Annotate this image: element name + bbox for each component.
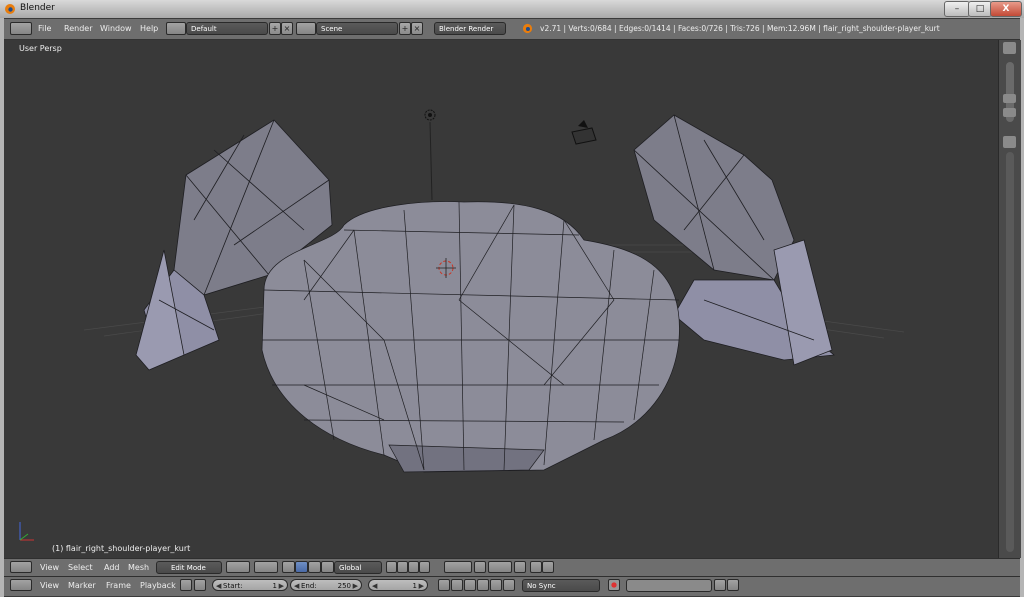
mesh-shoulder-pad: [19, 109, 905, 541]
auto-keying-record-icon[interactable]: [608, 579, 620, 591]
properties-scrollbar[interactable]: [1006, 152, 1014, 552]
remove-screen-button[interactable]: ×: [281, 22, 293, 35]
viewport-shading-select[interactable]: [226, 561, 250, 573]
end-frame-value: 250: [337, 582, 351, 590]
active-object-label: (1) flair_right_shoulder-player_kurt: [52, 544, 191, 553]
increment-arrow-icon[interactable]: ▶: [419, 580, 424, 592]
properties-tab-layers[interactable]: [1003, 136, 1016, 148]
start-frame-field[interactable]: ◀ Start: 1 ▶: [212, 579, 288, 591]
remove-scene-button[interactable]: ×: [411, 22, 423, 35]
pivot-point-select[interactable]: [254, 561, 278, 573]
rotate-manipulator-toggle[interactable]: [308, 561, 321, 573]
layer-toggle-4[interactable]: [419, 561, 430, 573]
screen-layout-field[interactable]: Default: [186, 22, 268, 35]
sync-mode-select[interactable]: No Sync: [522, 579, 600, 592]
3d-viewport[interactable]: User Persp (1) flair_right_shoulder-play…: [4, 40, 998, 558]
scale-manipulator-toggle[interactable]: [321, 561, 334, 573]
decrement-arrow-icon[interactable]: ◀: [372, 580, 377, 592]
menu-select[interactable]: Select: [68, 563, 93, 572]
opengl-render-animation-icon[interactable]: [542, 561, 554, 573]
increment-arrow-icon[interactable]: ▶: [353, 580, 358, 592]
maximize-button[interactable]: □: [968, 1, 992, 17]
layer-toggle-3[interactable]: [408, 561, 419, 573]
menu-mesh[interactable]: Mesh: [128, 563, 149, 572]
jump-to-previous-keyframe-icon[interactable]: [451, 579, 463, 591]
menu-file[interactable]: File: [38, 24, 51, 33]
camera-icon: [571, 120, 597, 145]
increment-arrow-icon[interactable]: ▶: [279, 580, 284, 592]
editor-type-timeline-button[interactable]: [10, 579, 32, 591]
viewport-side-strip: [998, 40, 1021, 558]
lock-range-icon[interactable]: [194, 579, 206, 591]
editor-type-3dview-button[interactable]: [10, 561, 32, 573]
screen-layout-icon[interactable]: [166, 22, 186, 35]
timeline-menu-marker[interactable]: Marker: [68, 581, 96, 590]
timeline-header: View Marker Frame Playback ◀ Start: 1 ▶ …: [4, 576, 1020, 596]
start-frame-value: 1: [272, 582, 277, 590]
layer-toggle-1[interactable]: [386, 561, 397, 573]
scene-field[interactable]: Scene: [316, 22, 398, 35]
add-screen-button[interactable]: +: [269, 22, 281, 35]
window-titlebar: Blender – □ X: [0, 0, 1024, 18]
jump-to-end-icon[interactable]: [503, 579, 515, 591]
properties-tab-render[interactable]: [1003, 108, 1016, 117]
blender-logo-icon: [5, 4, 15, 14]
play-reverse-icon[interactable]: [464, 579, 476, 591]
end-frame-field[interactable]: ◀ End: 250 ▶: [290, 579, 362, 591]
play-icon[interactable]: [477, 579, 489, 591]
transform-orientation-select[interactable]: Global: [334, 561, 382, 574]
3d-view-header: View Select Add Mesh Edit Mode Global: [4, 558, 1020, 576]
manipulator-toggle[interactable]: [282, 561, 295, 573]
add-scene-button[interactable]: +: [399, 22, 411, 35]
decrement-arrow-icon[interactable]: ◀: [216, 580, 221, 592]
opengl-render-icon[interactable]: [530, 561, 542, 573]
vertex-select-icon[interactable]: [444, 561, 472, 573]
timeline-menu-frame[interactable]: Frame: [106, 581, 131, 590]
preview-range-toggle-icon[interactable]: [180, 579, 192, 591]
timeline-menu-view[interactable]: View: [40, 581, 59, 590]
menu-render[interactable]: Render: [64, 24, 92, 33]
translate-manipulator-toggle[interactable]: [295, 561, 308, 573]
interaction-mode-select[interactable]: Edit Mode: [156, 561, 222, 574]
menu-help[interactable]: Help: [140, 24, 158, 33]
scene-icon[interactable]: [296, 22, 316, 35]
delete-keyframe-icon[interactable]: [727, 579, 739, 591]
snap-toggle-icon[interactable]: [514, 561, 526, 573]
layer-toggle-2[interactable]: [397, 561, 408, 573]
insert-keyframe-icon[interactable]: [714, 579, 726, 591]
axis-gizmo-icon: [19, 522, 34, 541]
snap-element-select[interactable]: [488, 561, 512, 573]
start-frame-label: Start:: [223, 582, 243, 590]
editor-type-info-button[interactable]: [10, 22, 32, 35]
properties-tab-camera[interactable]: [1003, 94, 1016, 103]
jump-to-start-icon[interactable]: [438, 579, 450, 591]
timeline-menu-playback[interactable]: Playback: [140, 581, 176, 590]
info-header: File Render Window Help Default + × Scen…: [4, 19, 1020, 40]
current-frame-field[interactable]: ◀ 1 ▶: [368, 579, 428, 591]
menu-view[interactable]: View: [40, 563, 59, 572]
keying-set-field[interactable]: [626, 579, 712, 592]
minimize-button[interactable]: –: [944, 1, 970, 17]
decrement-arrow-icon[interactable]: ◀: [294, 580, 299, 592]
menu-window[interactable]: Window: [100, 24, 132, 33]
end-frame-label: End:: [301, 582, 317, 590]
blender-status-icon: [522, 23, 533, 34]
jump-to-next-keyframe-icon[interactable]: [490, 579, 502, 591]
scene-statistics: v2.71 | Verts:0/684 | Edges:0/1414 | Fac…: [540, 24, 940, 33]
current-frame-value: 1: [412, 582, 417, 590]
proportional-edit-icon[interactable]: [474, 561, 486, 573]
render-engine-select[interactable]: Blender Render: [434, 22, 506, 35]
close-button[interactable]: X: [990, 1, 1022, 17]
tool-shelf-tab[interactable]: [1003, 42, 1016, 54]
menu-add[interactable]: Add: [104, 563, 120, 572]
mesh-body: [261, 201, 680, 473]
window-title: Blender: [20, 3, 55, 13]
lamp-icon: [424, 109, 436, 121]
